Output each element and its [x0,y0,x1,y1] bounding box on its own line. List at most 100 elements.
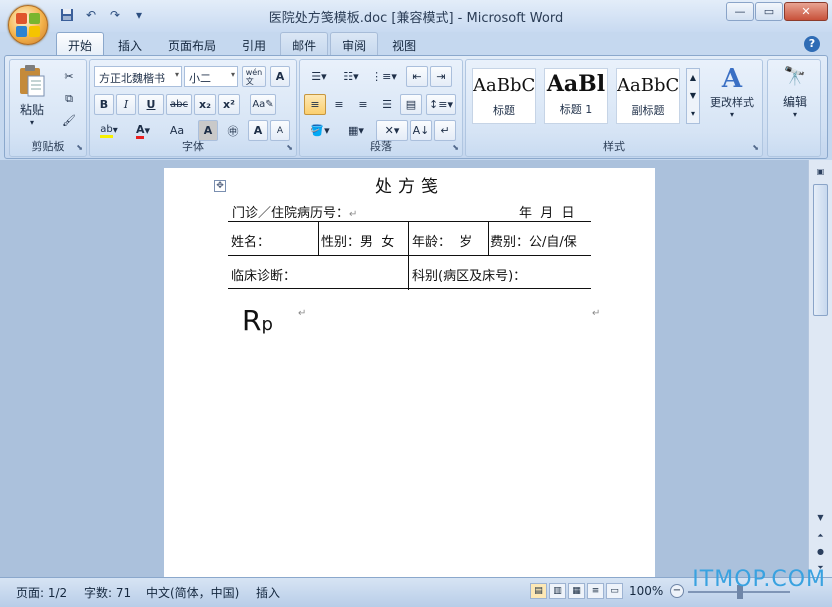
record-number-label: 门诊／住院病历号：↵ [232,202,357,221]
increase-indent-icon[interactable]: ⇥ [430,66,452,87]
font-group: 方正北魏楷书 ▾ 小二 ▾ wén 文 A B I U abc x₂ x² Aa✎ … [89,59,297,157]
justify-icon[interactable]: ☰ [376,94,398,115]
zoom-out-icon[interactable]: − [670,584,684,598]
tab-references[interactable]: 引用 [230,32,278,56]
align-right-icon[interactable]: ≡ [352,94,374,115]
browse-object-icon[interactable]: ● [811,544,830,560]
table-row: 临床诊断： 科别(病区及床号)： [228,256,591,290]
scroll-thumb[interactable] [813,184,828,316]
gender-cell[interactable]: 性别：男 女 [321,231,394,250]
style-heading1-preview: AaBl [546,71,606,97]
font-size-value: 小二 [189,72,211,85]
document-area: ✥ 处方笺 门诊／住院病历号：↵ 年 月 日 姓名： 性别：男 女 年龄： 岁 … [0,160,808,577]
decrease-indent-icon[interactable]: ⇤ [406,66,428,87]
change-styles-button[interactable]: A 更改样式 ▾ [704,64,760,134]
table-divider [488,222,489,256]
style-heading1[interactable]: AaBl 标题 1 [544,68,608,124]
paste-label: 粘贴 [19,103,44,117]
paste-button[interactable]: 粘贴 ▾ [14,64,50,134]
minimize-button[interactable]: — [726,2,754,21]
prev-page-icon[interactable]: ⏶ [811,528,830,544]
superscript-button[interactable]: x² [218,94,240,115]
para-mark: ↵ [298,308,307,319]
rp-small-letter: p [261,314,273,335]
font-name-value: 方正北魏楷书 [99,72,165,85]
diagnosis-cell[interactable]: 临床诊断： [231,265,296,284]
office-button[interactable] [8,5,48,45]
editing-label: 编辑 [782,95,807,109]
font-name-combo[interactable]: 方正北魏楷书 ▾ [94,66,182,87]
phonetic-guide-button[interactable]: wén 文 [242,66,266,87]
clipboard-launcher-icon[interactable]: ⬊ [76,143,83,152]
style-subtitle-name: 副标题 [631,104,665,117]
paragraph-group-label: 段落 [370,140,392,153]
clear-formatting-button[interactable]: Aa✎ [250,94,276,115]
date-label: 年 月 日 [519,206,575,221]
office-logo-icon [16,13,40,37]
strikethrough-button[interactable]: abc [166,94,192,115]
zoom-level[interactable]: 100% [629,584,663,598]
font-size-combo[interactable]: 小二 ▾ [184,66,238,87]
language-indicator[interactable]: 中文(简体，中国) [146,584,239,601]
style-subtitle[interactable]: AaBbC 副标题 [616,68,680,124]
styles-launcher-icon[interactable]: ⬊ [752,143,759,152]
restore-button[interactable]: ▭ [755,2,783,21]
tab-insert[interactable]: 插入 [106,32,154,56]
align-left-icon[interactable]: ≡ [304,94,326,115]
close-button[interactable]: ✕ [784,2,828,21]
italic-button[interactable]: I [116,94,136,115]
line-spacing-icon[interactable]: ↕≡▾ [426,94,456,115]
style-subtitle-preview: AaBbC [617,75,679,96]
scroll-down-icon[interactable]: ▼ [811,510,830,526]
insert-mode[interactable]: 插入 [256,584,280,601]
change-styles-label: 更改样式 [710,96,754,109]
ribbon: 粘贴 ▾ ✂ ⧉ 🖌 剪贴板 ⬊ 方正北魏楷书 ▾ 小二 ▾ wén 文 A B I… [4,55,828,159]
subscript-button[interactable]: x₂ [194,94,216,115]
style-heading1-name: 标题 1 [559,103,593,116]
copy-icon[interactable]: ⧉ [58,88,80,109]
watermark-text: ITMOP.COM [692,567,826,592]
tab-page-layout[interactable]: 页面布局 [156,32,228,56]
para-mark: ↵ [592,308,601,319]
fee-type-cell[interactable]: 费别：公/自/保 [490,231,577,250]
full-screen-reading-icon[interactable]: ▥ [549,583,566,599]
bold-button[interactable]: B [94,94,114,115]
outline-icon[interactable]: ≡ [587,583,604,599]
align-center-icon[interactable]: ≡ [328,94,350,115]
cut-icon[interactable]: ✂ [58,66,80,87]
help-icon[interactable]: ? [804,36,820,52]
tab-view[interactable]: 视图 [380,32,428,56]
age-cell[interactable]: 年龄： 岁 [412,231,472,250]
editing-button[interactable]: 🔭 编辑 ▾ [772,66,818,146]
table-row: 姓名： 性别：男 女 年龄： 岁 费别：公/自/保 [228,222,591,290]
font-launcher-icon[interactable]: ⬊ [286,143,293,152]
editing-group: 🔭 编辑 ▾ [767,59,821,157]
change-styles-icon: A [721,64,743,94]
styles-gallery-scroll[interactable]: ▲ ▼ ▾ [686,68,700,124]
document-page[interactable]: ✥ 处方笺 门诊／住院病历号：↵ 年 月 日 姓名： 性别：男 女 年龄： 岁 … [164,168,655,577]
print-layout-icon[interactable]: ▤ [530,583,547,599]
doc-title: 处方笺 [375,177,444,197]
bullets-icon[interactable]: ☰▾ [304,66,334,87]
web-layout-icon[interactable]: ▦ [568,583,585,599]
multilevel-list-icon[interactable]: ⋮≡▾ [368,66,400,87]
char-border-button[interactable]: A [270,66,290,87]
style-title[interactable]: AaBbC 标题 [472,68,536,124]
style-title-preview: AaBbC [473,75,535,96]
rp-big-letter: R [242,304,262,337]
tab-mailings[interactable]: 邮件 [280,32,329,56]
word-count[interactable]: 字数: 71 [84,584,131,601]
vertical-scrollbar[interactable]: ▣ ▲ ▼ ⏶ ● ⏷ [808,160,832,577]
distributed-icon[interactable]: ▤ [400,94,422,115]
tab-home[interactable]: 开始 [56,32,105,56]
draft-icon[interactable]: ▭ [606,583,623,599]
page-count[interactable]: 页面: 1/2 [16,584,67,601]
name-cell[interactable]: 姓名： [231,231,270,250]
numbering-icon[interactable]: ☷▾ [336,66,366,87]
word-window: ↶ ↷ ▾ 医院处方笺模板.doc [兼容模式] - Microsoft Wor… [0,0,832,607]
tab-review[interactable]: 审阅 [330,32,379,56]
format-painter-icon[interactable]: 🖌 [58,110,80,131]
paragraph-launcher-icon[interactable]: ⬊ [452,143,459,152]
underline-button[interactable]: U [138,94,164,115]
department-cell[interactable]: 科别(病区及床号)： [412,265,526,284]
